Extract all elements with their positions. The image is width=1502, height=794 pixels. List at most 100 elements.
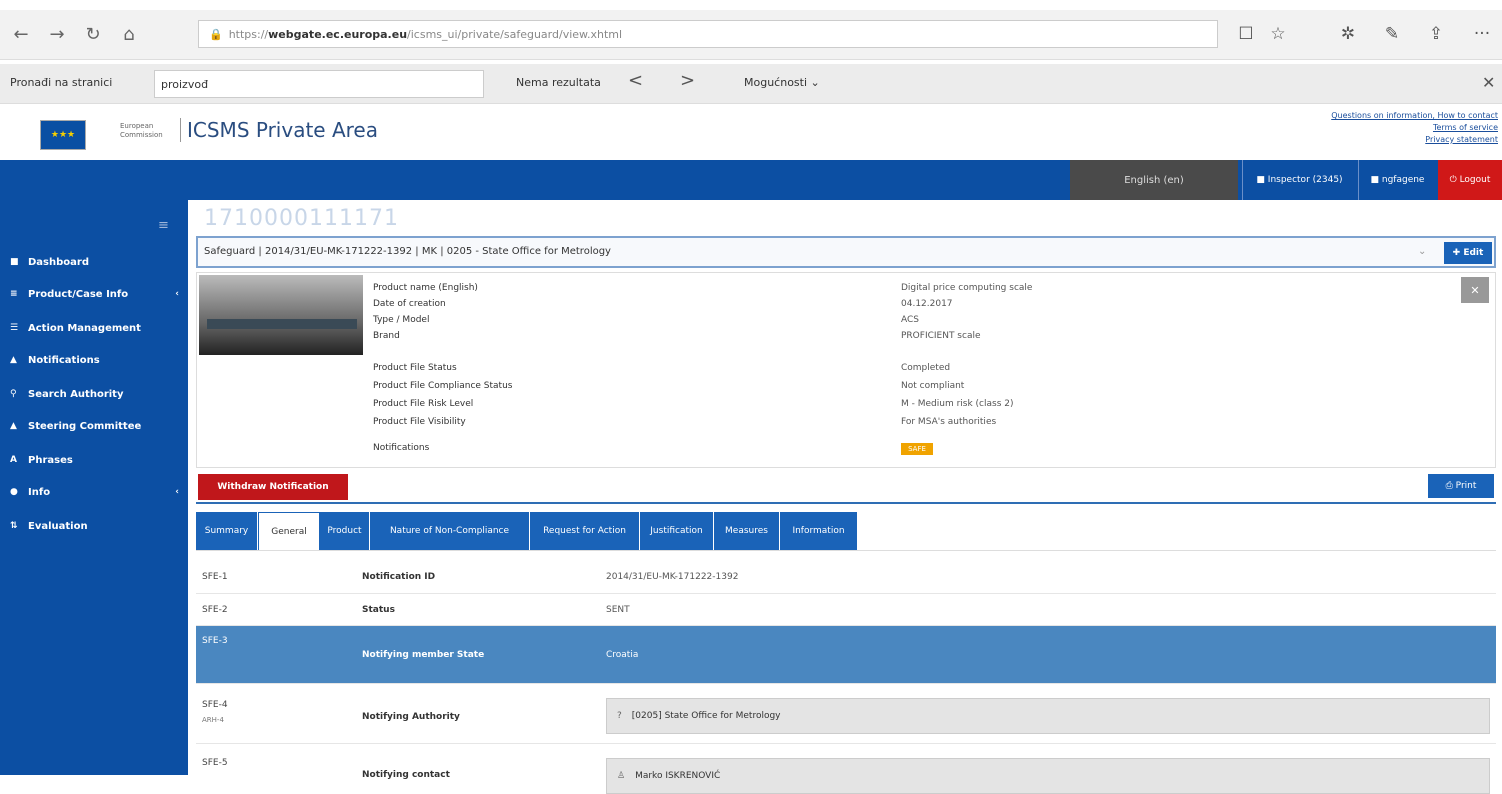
table-row: SFE-2 Status SENT bbox=[196, 594, 1496, 626]
url-path: /icsms_ui/private/safeguard/view.xhtml bbox=[407, 27, 623, 41]
row-value: 2014/31/EU-MK-171222-1392 bbox=[606, 572, 739, 582]
reading-view-icon[interactable]: ☐ bbox=[1232, 20, 1260, 48]
tab-request-for-action[interactable]: Request for Action bbox=[530, 512, 640, 550]
withdraw-notification-button[interactable]: Withdraw Notification bbox=[198, 474, 348, 500]
record-headline: Safeguard | 2014/31/EU-MK-171222-1392 | … bbox=[196, 236, 1496, 268]
home-button[interactable]: ⌂ bbox=[114, 20, 144, 50]
header-links: Questions on information, How to contact… bbox=[1331, 110, 1498, 146]
brand-value: PROFICIENT scale bbox=[901, 331, 981, 341]
favorite-star-icon[interactable]: ☆ bbox=[1264, 20, 1292, 48]
url-prefix: https:// bbox=[228, 27, 269, 41]
tab-general[interactable]: General bbox=[258, 512, 320, 550]
row-value: SENT bbox=[606, 605, 630, 615]
find-next-button[interactable]: > bbox=[680, 70, 695, 91]
info-icon: ● bbox=[10, 487, 18, 497]
record-id: 1710000111171 bbox=[204, 206, 399, 231]
product-image[interactable] bbox=[199, 275, 363, 355]
tab-measures[interactable]: Measures bbox=[714, 512, 780, 550]
table-row: SFE-4 ARH-4 Notifying Authority ? [0205] … bbox=[196, 686, 1496, 744]
logout-button[interactable]: ⏻ Logout bbox=[1438, 160, 1502, 200]
sidebar-item-product-case-info[interactable]: ≡ Product/Case Info ‹ bbox=[10, 284, 185, 304]
edit-button[interactable]: ✚ Edit bbox=[1444, 242, 1492, 264]
risk-level-label: Product File Risk Level bbox=[373, 399, 474, 409]
language-selector[interactable]: English (en) bbox=[1070, 160, 1238, 200]
brand-label: Brand bbox=[373, 331, 400, 341]
menu-icon: ☰ bbox=[10, 323, 19, 333]
product-name-value: Digital price computing scale bbox=[901, 283, 1033, 293]
visibility-value: For MSA's authorities bbox=[901, 417, 997, 427]
find-input[interactable]: proizvođ bbox=[154, 70, 484, 98]
chevron-left-icon: ‹ bbox=[175, 289, 179, 299]
sidebar-item-dashboard[interactable]: ■ Dashboard bbox=[10, 252, 185, 272]
action-bar: Withdraw Notification ⎙ Print bbox=[196, 470, 1496, 504]
tab-justification[interactable]: Justification bbox=[640, 512, 714, 550]
chevron-down-icon[interactable]: ⌄ bbox=[1418, 246, 1426, 257]
compliance-status-label: Product File Compliance Status bbox=[373, 381, 513, 391]
find-close-button[interactable]: ✕ bbox=[1482, 73, 1495, 92]
dashboard-icon: ■ bbox=[10, 257, 19, 267]
tab-product[interactable]: Product bbox=[320, 512, 370, 550]
row-value: Croatia bbox=[606, 650, 639, 660]
tab-information[interactable]: Information bbox=[780, 512, 858, 550]
table-row: SFE-1 Notification ID 2014/31/EU-MK-1712… bbox=[196, 560, 1496, 594]
notifying-contact-value: Marko ISKRENOVIĆ bbox=[635, 771, 721, 781]
contact-link[interactable]: Questions on information, How to contact bbox=[1331, 110, 1498, 122]
tab-bar: Summary General Product Nature of Non-Co… bbox=[196, 512, 858, 550]
refresh-button[interactable]: ↻ bbox=[78, 20, 108, 50]
sidebar-item-label: Dashboard bbox=[28, 256, 89, 268]
terms-link[interactable]: Terms of service bbox=[1331, 122, 1498, 134]
chevron-left-icon: ‹ bbox=[175, 487, 179, 497]
row-code: SFE-3 bbox=[202, 636, 228, 646]
sidebar-item-label: Evaluation bbox=[28, 520, 88, 532]
find-prev-button[interactable]: < bbox=[628, 70, 643, 91]
headline-text: Safeguard | 2014/31/EU-MK-171222-1392 | … bbox=[204, 246, 611, 257]
notifying-authority-field[interactable]: ? [0205] State Office for Metrology bbox=[606, 698, 1490, 734]
favorites-hub-icon[interactable]: ✲ bbox=[1334, 20, 1362, 48]
share-icon[interactable]: ⇪ bbox=[1422, 20, 1450, 48]
sidebar-item-steering-committee[interactable]: ▲ Steering Committee bbox=[10, 416, 185, 436]
find-result: Nema rezultata bbox=[516, 76, 601, 89]
forward-button[interactable]: → bbox=[42, 20, 72, 50]
sort-icon: ⇅ bbox=[10, 521, 18, 531]
table-row[interactable]: SFE-3 Notifying member State Croatia bbox=[196, 626, 1496, 684]
user-button[interactable]: ■ ngfagene bbox=[1358, 160, 1436, 200]
sidebar-item-notifications[interactable]: ▲ Notifications bbox=[10, 350, 185, 370]
sidebar-item-label: Action Management bbox=[28, 322, 141, 334]
sidebar-toggle-icon[interactable]: ≡ bbox=[158, 218, 169, 233]
notification-badge[interactable]: SAFE bbox=[901, 443, 933, 455]
sidebar-item-phrases[interactable]: A Phrases bbox=[10, 450, 185, 470]
print-button[interactable]: ⎙ Print bbox=[1428, 474, 1494, 498]
help-icon[interactable]: ? bbox=[617, 711, 622, 721]
privacy-link[interactable]: Privacy statement bbox=[1331, 134, 1498, 146]
sidebar-item-label: Phrases bbox=[28, 454, 73, 466]
find-bar: Pronađi na stranici proizvođ Nema rezult… bbox=[0, 64, 1502, 104]
address-bar[interactable]: 🔒 https://webgate.ec.europa.eu/icsms_ui/… bbox=[198, 20, 1218, 48]
back-button[interactable]: ← bbox=[6, 20, 36, 50]
url-domain: webgate.ec.europa.eu bbox=[268, 27, 408, 41]
sidebar-item-label: Steering Committee bbox=[28, 420, 142, 432]
tab-nature-non-compliance[interactable]: Nature of Non-Compliance bbox=[370, 512, 530, 550]
inspector-button[interactable]: ■ Inspector (2345) bbox=[1242, 160, 1356, 200]
ec-label: European Commission bbox=[120, 122, 163, 139]
sidebar-item-action-management[interactable]: ☰ Action Management bbox=[10, 318, 185, 338]
lock-icon: 🔒 bbox=[209, 27, 223, 41]
close-icon[interactable]: ✕ bbox=[1461, 277, 1489, 303]
sidebar-item-evaluation[interactable]: ⇅ Evaluation bbox=[10, 516, 185, 536]
type-model-value: ACS bbox=[901, 315, 919, 325]
row-subcode: ARH-4 bbox=[202, 716, 224, 724]
row-code: SFE-2 bbox=[202, 605, 228, 615]
find-options-button[interactable]: Mogućnosti ⌄ bbox=[744, 76, 820, 89]
row-label: Notifying contact bbox=[362, 770, 450, 780]
font-icon: A bbox=[10, 455, 17, 465]
notifying-contact-field[interactable]: ♙ Marko ISKRENOVIĆ bbox=[606, 758, 1490, 794]
app-title: ICSMS Private Area bbox=[180, 118, 378, 142]
date-created-value: 04.12.2017 bbox=[901, 299, 953, 309]
type-model-label: Type / Model bbox=[373, 315, 430, 325]
warning-icon: ▲ bbox=[10, 421, 17, 431]
sidebar-item-info[interactable]: ● Info ‹ bbox=[10, 482, 185, 502]
more-menu-icon[interactable]: ··· bbox=[1468, 20, 1496, 48]
tab-summary[interactable]: Summary bbox=[196, 512, 258, 550]
sidebar-item-search-authority[interactable]: ⚲ Search Authority bbox=[10, 384, 185, 404]
web-notes-icon[interactable]: ✎ bbox=[1378, 20, 1406, 48]
file-status-label: Product File Status bbox=[373, 363, 457, 373]
